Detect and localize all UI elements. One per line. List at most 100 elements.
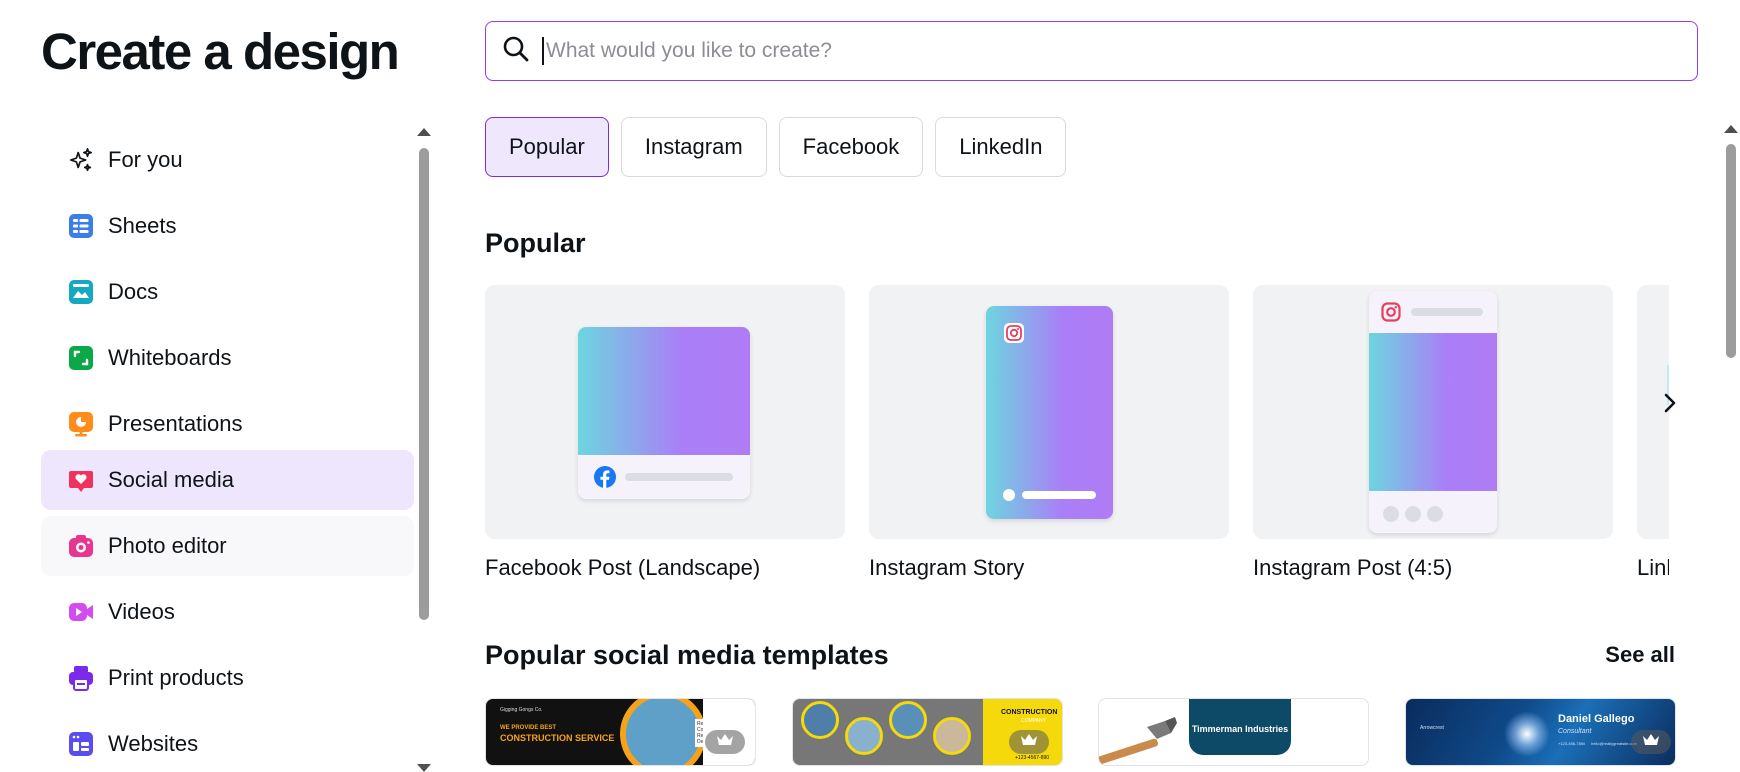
template-card[interactable]: CONSTRUCTION COMPANY +123-4567-890 (792, 698, 1063, 766)
heart-icon (68, 467, 94, 493)
template-brand: Gigging Gongs Co. (500, 707, 543, 713)
sidebar-item-websites[interactable]: Websites (41, 714, 414, 772)
sidebar-item-label: Videos (108, 599, 175, 624)
facebook-post-preview (578, 327, 750, 499)
chip-linkedin[interactable]: LinkedIn (935, 117, 1067, 177)
story-dot (1003, 489, 1015, 501)
card-label-instagram-post[interactable]: Instagram Post (4:5) (1253, 555, 1452, 581)
chip-popular[interactable]: Popular (485, 117, 609, 177)
template-kicker: WE PROVIDE BEST (500, 725, 557, 731)
sidebar-item-docs[interactable]: Docs (41, 262, 414, 322)
crown-icon (716, 733, 734, 752)
sidebar-item-for-you[interactable]: For you (41, 130, 414, 190)
template-glow (1504, 711, 1550, 757)
template-brand: Arrowcrest (1420, 725, 1444, 731)
page-title: Create a design (41, 23, 400, 80)
design-card-instagram-story[interactable] (869, 285, 1229, 539)
facebook-icon (594, 466, 616, 493)
template-headline: CONSTRUCTION (1001, 709, 1058, 716)
sidebar-item-whiteboards[interactable]: Whiteboards (41, 328, 414, 388)
placeholder-line (625, 473, 733, 481)
sidebar-item-label: Whiteboards (108, 345, 232, 370)
sidebar-item-label: Sheets (108, 213, 177, 238)
preview-gradient (578, 327, 750, 455)
templates-section-title: Popular social media templates (485, 640, 889, 670)
category-chips: Popular Instagram Facebook LinkedIn (485, 117, 1067, 177)
search-input[interactable] (546, 39, 1646, 63)
sheets-icon (68, 213, 94, 239)
scroll-down-arrow-icon[interactable] (417, 764, 431, 772)
video-icon (68, 599, 94, 625)
template-sub: COMPANY (1021, 718, 1046, 724)
text-caret (542, 37, 544, 65)
sidebar-item-label: Photo editor (108, 533, 227, 558)
instagram-story-preview (986, 306, 1113, 519)
template-card[interactable]: Gigging Gongs Co. WE PROVIDE BEST CONSTR… (485, 698, 756, 766)
placeholder-line (1411, 308, 1483, 316)
card-label-instagram-story[interactable]: Instagram Story (869, 555, 1024, 581)
presentation-icon (68, 411, 94, 437)
preview-gradient (1369, 333, 1497, 491)
template-photo (620, 699, 706, 765)
printer-icon (68, 665, 94, 691)
sidebar-item-social-media[interactable]: Social media (41, 450, 414, 510)
popular-section-title: Popular (485, 228, 586, 258)
sidebar-item-label: For you (108, 147, 183, 172)
template-photo (889, 701, 927, 739)
instagram-post-preview (1369, 291, 1497, 533)
template-phone: +123-4567-890 (1015, 755, 1050, 761)
template-headline: CONSTRUCTION SERVICE (500, 733, 615, 743)
sidebar-item-label: Print products (108, 665, 244, 690)
sparkles-icon (68, 147, 94, 173)
crown-icon (1642, 733, 1660, 752)
template-photo (933, 717, 971, 755)
template-card[interactable]: Arrowcrest Daniel Gallego Consultant +12… (1405, 698, 1676, 766)
placeholder-dot (1383, 506, 1399, 522)
website-icon (68, 731, 94, 757)
docs-icon (68, 279, 94, 305)
template-name: Timmerman Industries (1189, 699, 1291, 755)
sidebar-item-print-products[interactable]: Print products (41, 648, 414, 708)
chip-instagram[interactable]: Instagram (620, 117, 767, 177)
template-photo (845, 717, 883, 755)
placeholder-dot (1405, 506, 1421, 522)
search-icon (502, 35, 530, 68)
chevron-right-icon (1662, 392, 1678, 419)
sidebar-item-photo-editor[interactable]: Photo editor (41, 516, 414, 576)
sidebar-item-videos[interactable]: Videos (41, 582, 414, 642)
sidebar-item-label: Presentations (108, 411, 243, 436)
template-phone: +123-456-7890 (1558, 741, 1586, 746)
scroll-up-arrow-icon[interactable] (417, 128, 431, 136)
template-photo-grid (793, 699, 983, 765)
sidebar-nav: For you Sheets Docs Whiteboards Presenta… (41, 118, 414, 772)
template-photo (801, 701, 839, 739)
scroll-up-arrow-icon[interactable] (1724, 125, 1738, 133)
crown-icon (1020, 733, 1038, 752)
chip-facebook[interactable]: Facebook (778, 117, 924, 177)
see-all-link[interactable]: See all (1605, 642, 1675, 668)
instagram-icon (1004, 323, 1024, 348)
sidebar-item-label: Social media (108, 467, 234, 492)
sidebar-item-label: Docs (108, 279, 159, 304)
carousel-next-button[interactable] (1648, 383, 1692, 427)
sidebar-scrollbar[interactable] (414, 124, 434, 772)
template-role: Consultant (1558, 728, 1592, 735)
premium-badge (1631, 730, 1671, 754)
instagram-icon (1381, 302, 1401, 327)
hammer-icon (1099, 713, 1179, 765)
template-card[interactable]: Timmerman Industries (1098, 698, 1369, 766)
scrollbar-thumb[interactable] (1726, 144, 1736, 358)
sidebar-item-presentations[interactable]: Presentations (41, 394, 414, 454)
search-bar[interactable] (485, 21, 1698, 81)
premium-badge (1009, 730, 1049, 754)
design-card-instagram-post[interactable] (1253, 285, 1613, 539)
scrollbar-thumb[interactable] (419, 148, 429, 620)
card-label-facebook-post[interactable]: Facebook Post (Landscape) (485, 555, 760, 581)
main-scrollbar[interactable] (1722, 118, 1740, 772)
design-card-facebook-post[interactable] (485, 285, 845, 539)
sidebar-item-label: Websites (108, 731, 199, 756)
placeholder-dot (1427, 506, 1443, 522)
card-label-linkedin-partial[interactable]: Linl (1637, 555, 1669, 581)
story-bar (1022, 491, 1096, 499)
sidebar-item-sheets[interactable]: Sheets (41, 196, 414, 256)
